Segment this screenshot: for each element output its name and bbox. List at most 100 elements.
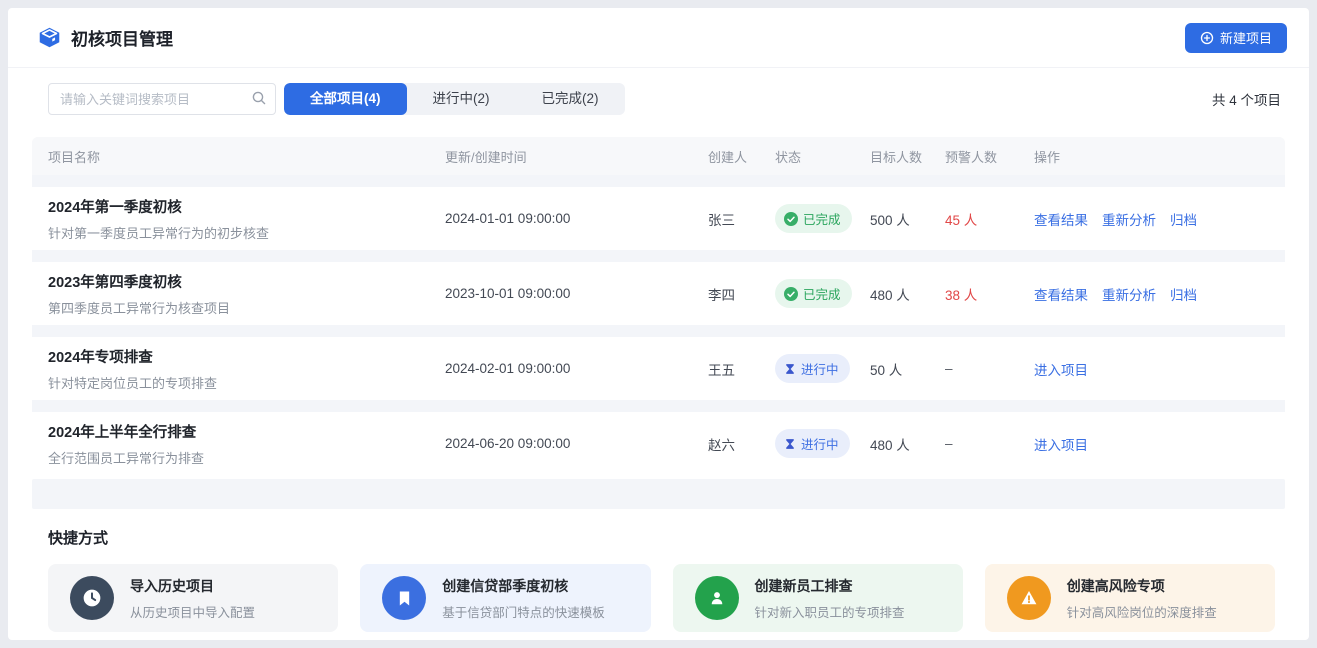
action-enter-project[interactable]: 进入项目 <box>1034 359 1088 379</box>
tab-in-progress[interactable]: 进行中(2) <box>407 83 516 115</box>
action-reanalyze[interactable]: 重新分析 <box>1102 209 1156 229</box>
table-row: 2024年第一季度初核 针对第一季度员工异常行为的初步核查 2024-01-01… <box>32 187 1285 250</box>
table-header: 项目名称 更新/创建时间 创建人 状态 目标人数 预警人数 操作 <box>32 137 1285 175</box>
status-label: 进行中 <box>801 434 839 453</box>
shortcuts-section: 快捷方式 导入历史项目 从历史项目中导入配置 <box>8 509 1309 632</box>
shortcut-high-risk-special[interactable]: 创建高风险专项 针对高风险岗位的深度排查 <box>985 564 1275 632</box>
col-warning: 预警人数 <box>945 147 1034 166</box>
status-label: 已完成 <box>803 209 841 228</box>
search-icon <box>251 90 267 111</box>
col-target: 目标人数 <box>870 147 945 166</box>
project-creator: 赵六 <box>708 434 775 454</box>
actions-cell: 查看结果 重新分析 归档 <box>1034 209 1269 229</box>
project-name: 2024年第一季度初核 <box>48 196 445 217</box>
project-name: 2024年专项排查 <box>48 346 445 367</box>
section-divider <box>32 479 1285 509</box>
project-creator: 王五 <box>708 359 775 379</box>
actions-cell: 进入项目 <box>1034 434 1269 454</box>
action-view-results[interactable]: 查看结果 <box>1034 284 1088 304</box>
action-archive[interactable]: 归档 <box>1170 209 1197 229</box>
shortcut-new-employee-check[interactable]: 创建新员工排查 针对新入职员工的专项排查 <box>673 564 963 632</box>
page-header: 初核项目管理 新建项目 <box>8 8 1309 68</box>
status-badge: 进行中 <box>775 354 850 383</box>
warning-icon <box>1007 576 1051 620</box>
project-creator: 张三 <box>708 209 775 229</box>
status-badge: 已完成 <box>775 204 852 233</box>
new-project-button[interactable]: 新建项目 <box>1185 23 1287 53</box>
shortcut-credit-dept-review[interactable]: 创建信贷部季度初核 基于信贷部门特点的快速模板 <box>360 564 650 632</box>
action-view-results[interactable]: 查看结果 <box>1034 209 1088 229</box>
project-desc: 针对特定岗位员工的专项排查 <box>48 373 445 392</box>
search-input[interactable] <box>48 83 276 115</box>
plus-circle-icon <box>1200 31 1214 45</box>
shortcut-desc: 从历史项目中导入配置 <box>130 602 255 621</box>
shortcut-text: 创建新员工排查 针对新入职员工的专项排查 <box>755 576 905 621</box>
status-label: 已完成 <box>803 284 841 303</box>
project-name-cell: 2023年第四季度初核 第四季度员工异常行为核查项目 <box>48 271 445 317</box>
project-name: 2024年上半年全行排查 <box>48 421 445 442</box>
col-actions: 操作 <box>1034 147 1269 166</box>
project-desc: 针对第一季度员工异常行为的初步核查 <box>48 223 445 242</box>
shortcuts-title: 快捷方式 <box>48 527 1285 548</box>
status-cell: 已完成 <box>775 279 870 308</box>
project-name-cell: 2024年上半年全行排查 全行范围员工异常行为排查 <box>48 421 445 467</box>
project-desc: 第四季度员工异常行为核查项目 <box>48 298 445 317</box>
bookmark-icon <box>382 576 426 620</box>
shortcut-desc: 针对高风险岗位的深度排查 <box>1067 602 1217 621</box>
cube-icon <box>38 26 61 49</box>
main-panel: 初核项目管理 新建项目 全部项目(4) 进行中(2) <box>8 8 1309 640</box>
page-title: 初核项目管理 <box>71 25 173 50</box>
project-name-cell: 2024年第一季度初核 针对第一季度员工异常行为的初步核查 <box>48 196 445 242</box>
shortcut-title: 创建高风险专项 <box>1067 576 1217 596</box>
warning-count: – <box>945 436 1034 451</box>
col-creator: 创建人 <box>708 147 775 166</box>
check-circle-icon <box>784 287 798 301</box>
table-row: 2024年专项排查 针对特定岗位员工的专项排查 2024-02-01 09:00… <box>32 337 1285 400</box>
shortcut-text: 创建高风险专项 针对高风险岗位的深度排查 <box>1067 576 1217 621</box>
target-count: 500 人 <box>870 209 945 229</box>
actions-cell: 查看结果 重新分析 归档 <box>1034 284 1269 304</box>
project-table: 项目名称 更新/创建时间 创建人 状态 目标人数 预警人数 操作 2024年第一… <box>32 137 1285 475</box>
shortcut-import-history[interactable]: 导入历史项目 从历史项目中导入配置 <box>48 564 338 632</box>
action-enter-project[interactable]: 进入项目 <box>1034 434 1088 454</box>
shortcut-cards: 导入历史项目 从历史项目中导入配置 创建信贷部季度初核 基于信贷部门特点的快速模… <box>48 564 1285 632</box>
warning-count: – <box>945 361 1034 376</box>
action-reanalyze[interactable]: 重新分析 <box>1102 284 1156 304</box>
col-status: 状态 <box>775 147 870 166</box>
person-icon <box>695 576 739 620</box>
project-name: 2023年第四季度初核 <box>48 271 445 292</box>
status-cell: 已完成 <box>775 204 870 233</box>
col-time: 更新/创建时间 <box>445 147 708 166</box>
status-cell: 进行中 <box>775 429 870 458</box>
clock-icon <box>70 576 114 620</box>
project-desc: 全行范围员工异常行为排查 <box>48 448 445 467</box>
hourglass-icon <box>784 363 796 375</box>
project-filter-tabs: 全部项目(4) 进行中(2) 已完成(2) <box>284 83 625 115</box>
new-project-label: 新建项目 <box>1220 28 1272 47</box>
shortcut-desc: 针对新入职员工的专项排查 <box>755 602 905 621</box>
target-count: 480 人 <box>870 284 945 304</box>
warning-count: 45 人 <box>945 209 1034 229</box>
status-badge: 已完成 <box>775 279 852 308</box>
tab-completed[interactable]: 已完成(2) <box>516 83 625 115</box>
shortcut-title: 导入历史项目 <box>130 576 255 596</box>
project-time: 2024-02-01 09:00:00 <box>445 361 708 376</box>
tab-all-projects[interactable]: 全部项目(4) <box>284 83 407 115</box>
warning-count: 38 人 <box>945 284 1034 304</box>
col-project-name: 项目名称 <box>48 147 445 166</box>
check-circle-icon <box>784 212 798 226</box>
shortcut-title: 创建信贷部季度初核 <box>442 576 605 596</box>
total-count: 共 4 个项目 <box>1212 89 1281 109</box>
target-count: 50 人 <box>870 359 945 379</box>
actions-cell: 进入项目 <box>1034 359 1269 379</box>
project-name-cell: 2024年专项排查 针对特定岗位员工的专项排查 <box>48 346 445 392</box>
hourglass-icon <box>784 438 796 450</box>
action-archive[interactable]: 归档 <box>1170 284 1197 304</box>
table-row: 2024年上半年全行排查 全行范围员工异常行为排查 2024-06-20 09:… <box>32 412 1285 475</box>
project-creator: 李四 <box>708 284 775 304</box>
table-row: 2023年第四季度初核 第四季度员工异常行为核查项目 2023-10-01 09… <box>32 262 1285 325</box>
project-time: 2023-10-01 09:00:00 <box>445 286 708 301</box>
project-time: 2024-01-01 09:00:00 <box>445 211 708 226</box>
toolbar: 全部项目(4) 进行中(2) 已完成(2) 共 4 个项目 <box>48 83 1281 115</box>
shortcut-desc: 基于信贷部门特点的快速模板 <box>442 602 605 621</box>
